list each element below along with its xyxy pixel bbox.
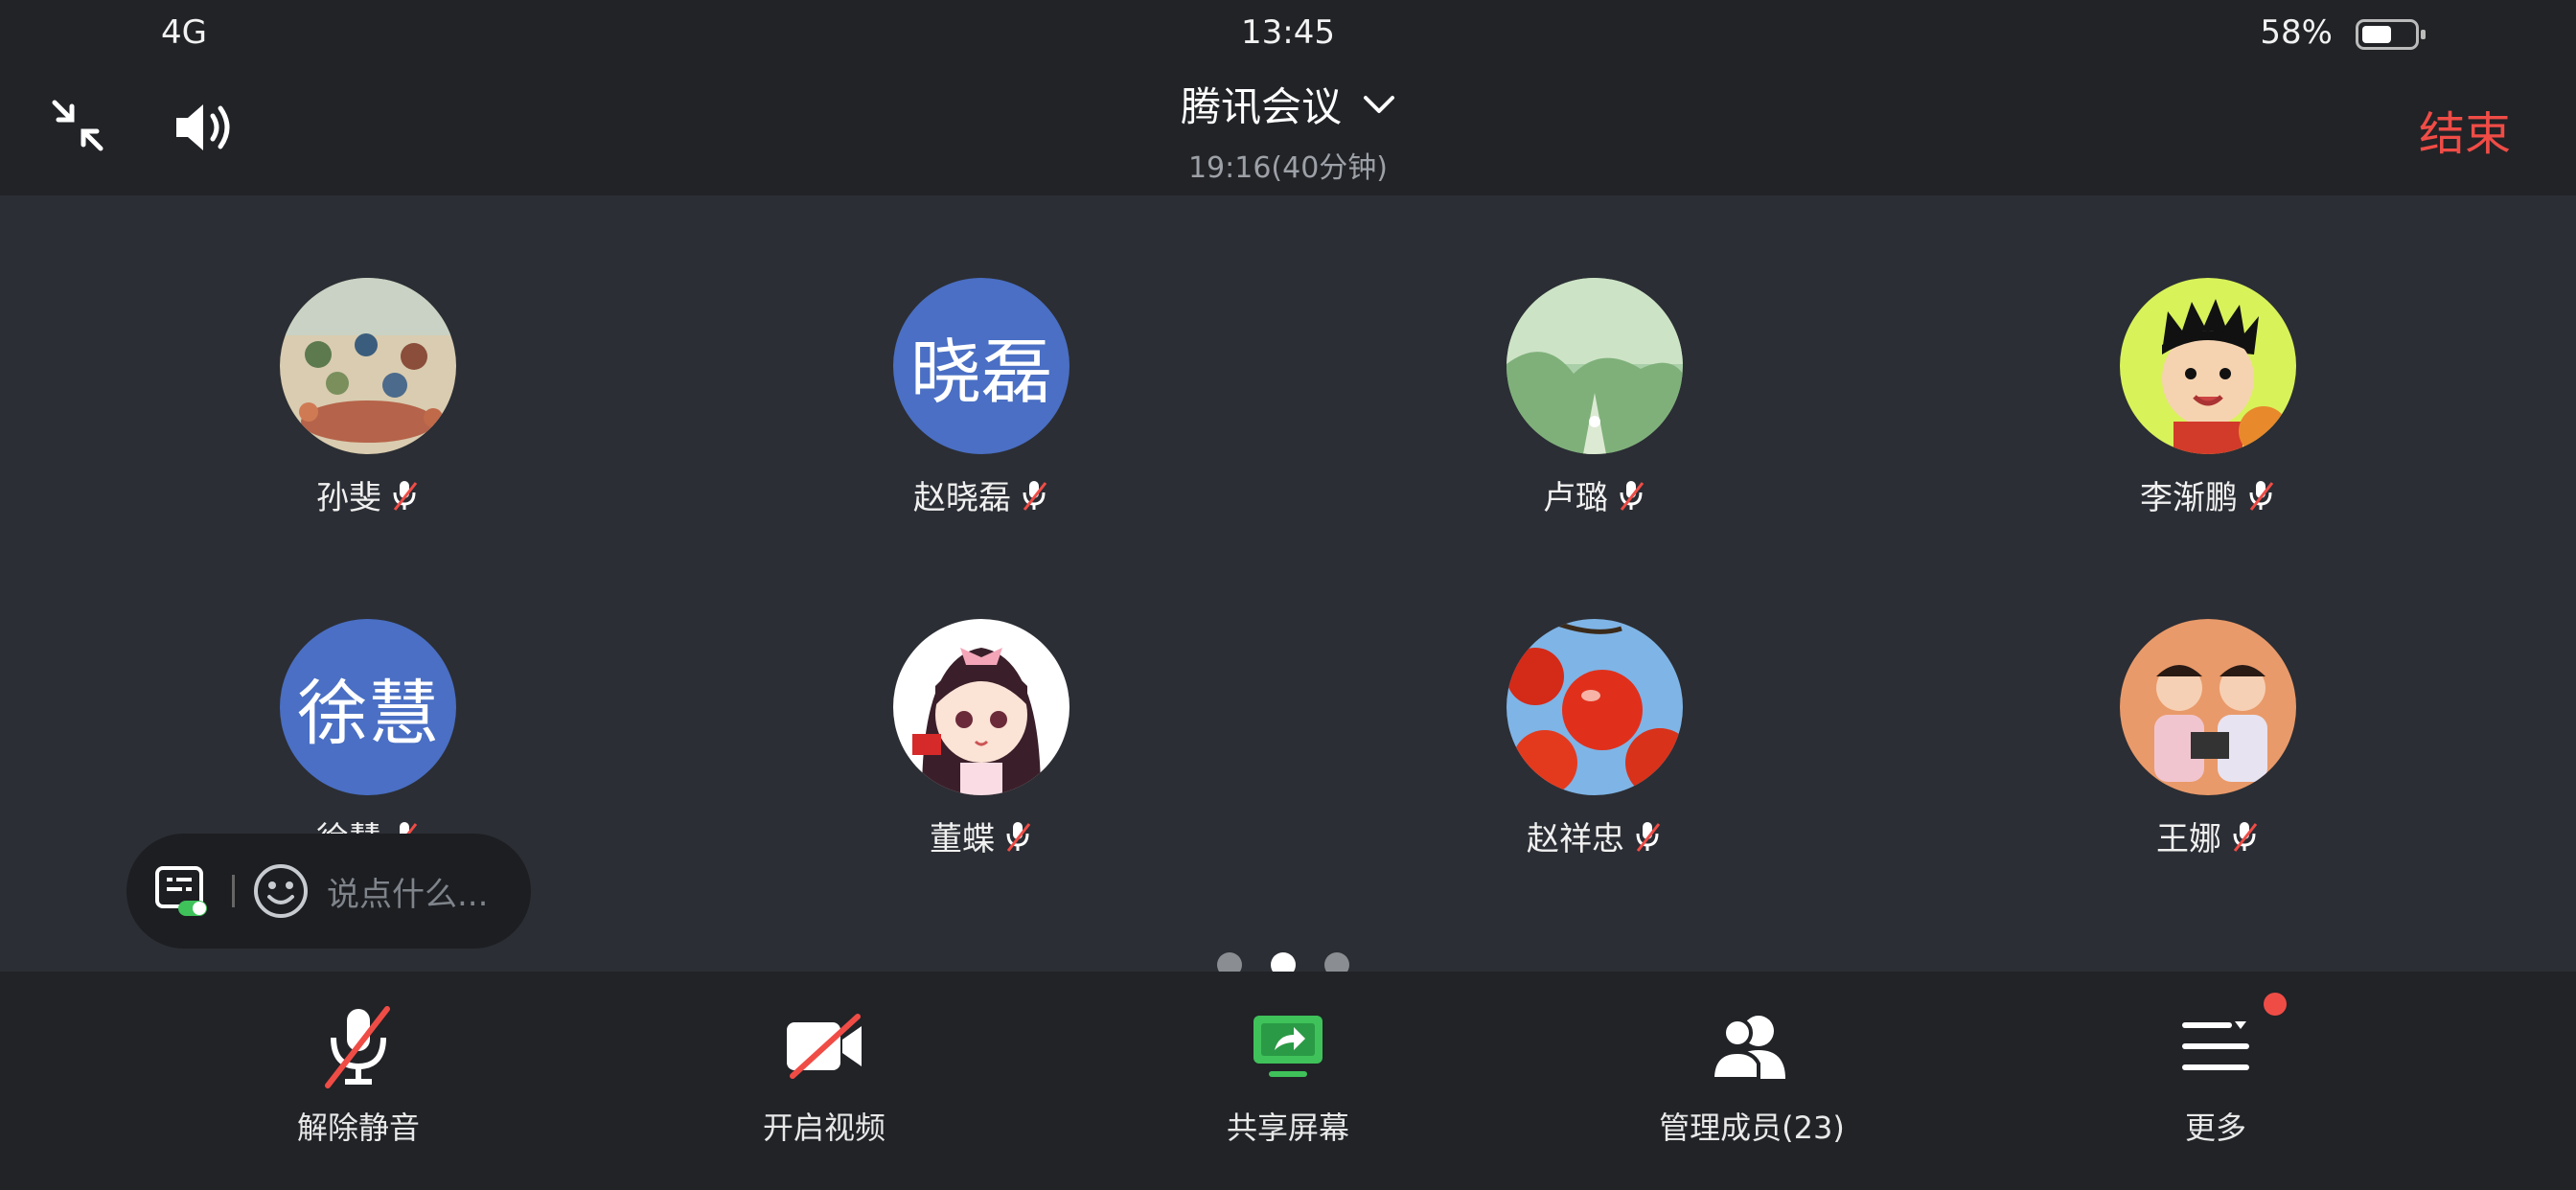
more-button[interactable]: 更多 (2053, 993, 2379, 1148)
participant-name: 孙斐 (316, 479, 381, 517)
participant-tile[interactable]: 李渐鹏 (2007, 278, 2409, 518)
battery-percent: 58% (2260, 13, 2333, 52)
chat-input-bar[interactable]: 说点什么... (126, 834, 531, 949)
bottom-toolbar: 解除静音 开启视频 共享屏幕 管理成员(23) 更多 (0, 972, 2576, 1190)
mic-muted-icon (1006, 821, 1031, 852)
mic-muted-icon (2233, 821, 2258, 852)
participant-name: 王娜 (2156, 820, 2221, 858)
participant-tile[interactable]: 赵祥忠 (1393, 619, 1796, 859)
mic-muted-icon (1636, 821, 1661, 852)
battery-fill (2362, 26, 2391, 43)
share-screen-icon (1125, 998, 1451, 1094)
camera-off-icon (661, 998, 987, 1094)
participant-name: 赵祥忠 (1527, 820, 1624, 858)
meeting-duration: 19:16(40分钟) (1187, 151, 1389, 185)
notification-badge (2264, 993, 2287, 1016)
participant-tile[interactable]: 卢璐 (1393, 278, 1796, 518)
avatar (2120, 278, 2296, 454)
subtitle-toggle-icon[interactable] (153, 862, 211, 920)
share-screen-label: 共享屏幕 (1226, 1110, 1349, 1146)
avatar (2120, 619, 2296, 795)
mic-muted-icon (393, 480, 418, 511)
participant-name: 董蝶 (930, 820, 995, 858)
meeting-title: 腾讯会议 (1180, 83, 1342, 130)
more-menu-icon (2053, 998, 2379, 1094)
chevron-down-icon (1364, 95, 1394, 113)
participant-tile[interactable]: 王娜 (2007, 619, 2409, 859)
start-video-label: 开启视频 (762, 1110, 886, 1146)
avatar: 晓磊 (893, 278, 1070, 454)
mic-muted-icon (1620, 480, 1644, 511)
participant-tile[interactable]: 董蝶 (780, 619, 1183, 859)
unmute-label: 解除静音 (296, 1110, 420, 1146)
manage-members-label: 管理成员(23) (1659, 1110, 1845, 1146)
meeting-title-area[interactable]: 腾讯会议 (0, 75, 2576, 133)
participant-tile[interactable]: 晓磊 赵晓磊 (780, 278, 1183, 518)
share-screen-button[interactable]: 共享屏幕 (1125, 998, 1451, 1148)
avatar (1506, 619, 1683, 795)
mic-muted-icon (196, 998, 521, 1094)
status-clock: 13:45 (1241, 13, 1335, 52)
manage-members-button[interactable]: 管理成员(23) (1589, 998, 1915, 1148)
participant-tile[interactable]: 孙斐 (167, 278, 569, 518)
battery-icon (2356, 19, 2426, 50)
avatar (1506, 278, 1683, 454)
avatar: 徐慧 (280, 619, 456, 795)
mic-muted-icon (1023, 480, 1047, 511)
participant-name: 李渐鹏 (2140, 479, 2238, 517)
top-bar: 4G 13:45 58% 腾讯会议 19:16(40分钟) 结束 (0, 0, 2576, 195)
avatar (280, 278, 456, 454)
more-label: 更多 (2184, 1110, 2246, 1146)
participant-name: 赵晓磊 (913, 479, 1011, 517)
participant-name: 卢璐 (1543, 479, 1608, 517)
battery-nub (2421, 30, 2426, 39)
start-video-button[interactable]: 开启视频 (661, 998, 987, 1148)
end-meeting-button[interactable]: 结束 (2419, 96, 2511, 163)
divider (232, 875, 235, 907)
members-icon (1589, 998, 1915, 1094)
mic-muted-icon (2249, 480, 2274, 511)
emoji-icon[interactable] (252, 862, 310, 920)
chat-placeholder: 说点什么... (327, 875, 489, 914)
unmute-button[interactable]: 解除静音 (196, 998, 521, 1148)
participant-tile[interactable]: 徐慧 徐慧 (167, 619, 569, 859)
avatar (893, 619, 1070, 795)
